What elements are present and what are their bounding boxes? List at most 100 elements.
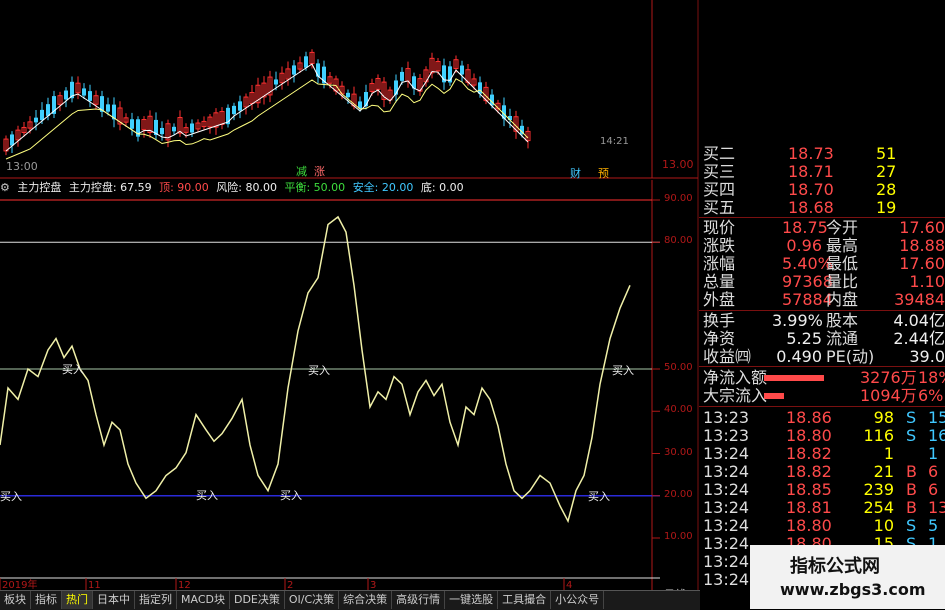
stat-value: 18.75 xyxy=(782,218,828,237)
indicator-gear-icon[interactable]: ⚙ xyxy=(0,181,10,194)
signal-icon-rise[interactable]: 涨 xyxy=(314,163,325,179)
tick-count: 13 xyxy=(928,498,945,517)
fundamental-label: 净资 xyxy=(703,329,736,348)
tick-side: S xyxy=(906,516,917,535)
tick-count: 1 xyxy=(928,444,939,463)
tick-volume: 98 xyxy=(873,408,894,427)
tick-time: 13:24 xyxy=(703,516,750,535)
bottom-tab[interactable]: MACD块 xyxy=(177,591,230,609)
price-axis-bottom: 13.00 xyxy=(662,158,694,171)
candle-body xyxy=(88,91,92,101)
flow-pct: 6% xyxy=(918,386,944,405)
fundamental-value: 39.0 xyxy=(909,347,945,366)
candle-body xyxy=(190,123,194,133)
tick-price: 18.86 xyxy=(786,408,832,427)
order-book-price: 18.71 xyxy=(788,162,834,181)
quote-separator xyxy=(699,366,945,367)
forecast-icon[interactable]: 预 xyxy=(598,165,609,181)
tick-volume: 239 xyxy=(863,480,894,499)
tick-volume: 10 xyxy=(873,516,894,535)
bottom-tab[interactable]: 工具撮合 xyxy=(498,591,552,609)
tick-side: B xyxy=(906,480,917,499)
axis-label: 40.00 xyxy=(664,404,693,416)
stat-label: 总量 xyxy=(703,272,736,291)
tick-time: 13:24 xyxy=(703,570,750,589)
bottom-tab[interactable]: 日本中 xyxy=(93,591,135,609)
stat-label: 现价 xyxy=(703,218,736,237)
tick-time: 13:24 xyxy=(703,498,750,517)
stat-value: 57884 xyxy=(782,290,833,309)
tick-side: B xyxy=(906,462,917,481)
fundamental-label: PE(动) xyxy=(826,347,875,366)
tick-volume: 21 xyxy=(873,462,894,481)
tick-time: 13:23 xyxy=(703,408,750,427)
stat-value: 1.10 xyxy=(909,272,945,291)
tick-time: 13:24 xyxy=(703,552,750,571)
flow-value: 3276万 xyxy=(860,368,917,387)
order-book-label: 买三 xyxy=(703,162,736,181)
buy-signal-label: 买入 xyxy=(196,489,218,502)
axis-label: 80.00 xyxy=(664,235,693,247)
order-book-price: 18.70 xyxy=(788,180,834,199)
candle-body xyxy=(10,134,14,146)
buy-signal-label: 买入 xyxy=(0,490,22,503)
signal-icon-reduce[interactable]: 减 xyxy=(296,163,307,179)
fundamental-value: 5.25 xyxy=(786,329,822,348)
candle-body xyxy=(400,71,404,81)
candlestick-series xyxy=(3,49,531,156)
stat-value: 97368 xyxy=(782,272,833,291)
buy-signal-label: 买入 xyxy=(588,490,610,503)
candle-body xyxy=(460,65,464,75)
buy-signal-label: 买入 xyxy=(612,364,634,377)
bottom-tab[interactable]: DDE决策 xyxy=(230,591,285,609)
bottom-tab[interactable]: 一键选股 xyxy=(445,591,499,609)
indicator-value: 主力控盘: 67.59 xyxy=(68,181,152,194)
tick-volume: 1 xyxy=(883,444,894,463)
flow-value: 1094万 xyxy=(860,386,917,405)
stat-label: 今开 xyxy=(826,218,859,237)
bottom-tab[interactable]: OI/C决策 xyxy=(285,591,340,609)
stat-value: 0.96 xyxy=(786,236,822,255)
buy-signal-label: 买入 xyxy=(308,364,330,377)
fundamental-value: 4.04亿 xyxy=(893,311,945,330)
bottom-tab[interactable]: 板块 xyxy=(0,591,31,609)
order-book-label: 买四 xyxy=(703,180,736,199)
tick-time: 13:24 xyxy=(703,480,750,499)
fundamental-value: 3.99% xyxy=(772,311,823,330)
axis-label: 90.00 xyxy=(664,193,693,204)
candle-body xyxy=(316,63,320,77)
tick-price: 18.80 xyxy=(786,426,832,445)
indicator-name[interactable]: 主力控盘 xyxy=(17,181,61,194)
finance-icon[interactable]: 财 xyxy=(570,165,581,181)
axis-label: 20.00 xyxy=(664,488,693,500)
axis-label: 30.00 xyxy=(664,446,693,458)
tick-price: 18.80 xyxy=(786,516,832,535)
indicator-axis-ticks xyxy=(652,199,660,539)
fundamental-value: 2.44亿 xyxy=(893,329,945,348)
bottom-tab[interactable]: 指定列 xyxy=(135,591,177,609)
tick-price: 18.85 xyxy=(786,480,832,499)
stat-label: 最高 xyxy=(826,236,859,255)
stat-value: 17.60 xyxy=(899,218,945,237)
stat-value: 17.60 xyxy=(899,254,945,273)
indicator-top: 顶: 90.00 xyxy=(159,181,209,194)
bottom-tab[interactable]: 小公众号 xyxy=(551,591,605,609)
fundamental-label: 换手 xyxy=(703,311,736,330)
stat-label: 内盘 xyxy=(826,290,859,309)
bottom-tab[interactable]: 热门 xyxy=(62,591,93,609)
candle-body xyxy=(34,117,38,123)
buy-signal-label: 买入 xyxy=(280,489,302,502)
order-book-price: 18.68 xyxy=(788,198,834,217)
flow-bar xyxy=(764,393,784,399)
bottom-tab[interactable]: 指标 xyxy=(31,591,62,609)
bottom-tab[interactable]: 综合决策 xyxy=(339,591,393,609)
tick-price: 18.82 xyxy=(786,462,832,481)
indicator-header: ⚙ 主力控盘 主力控盘: 67.59 顶: 90.00 风险: 80.00 平衡… xyxy=(0,180,468,196)
order-book-label: 买五 xyxy=(703,198,736,217)
bottom-tab[interactable]: 高级行情 xyxy=(392,591,446,609)
bottom-tab-bar: 板块 指标 热门 日本中 指定列 MACD块 DDE决策 OI/C决策 综合决策 高级行情 一键选股… xyxy=(0,590,700,610)
order-book-price: 18.73 xyxy=(788,144,834,163)
candle-body xyxy=(292,65,296,75)
axis-label: 10.00 xyxy=(664,531,693,542)
fundamental-label: 股本 xyxy=(826,311,859,330)
